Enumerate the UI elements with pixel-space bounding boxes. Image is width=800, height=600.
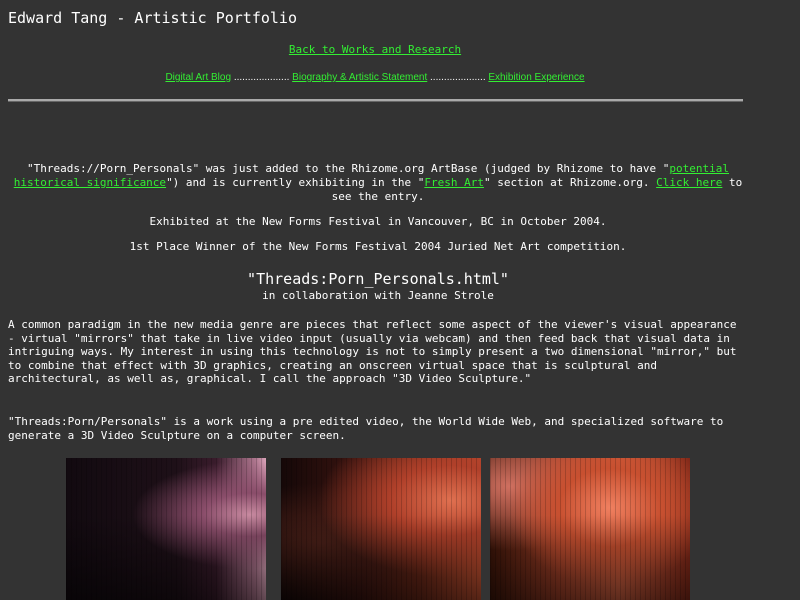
announcement-text: ") and is currently exhibiting in the " bbox=[166, 176, 425, 189]
digital-art-blog-link[interactable]: Digital Art Blog bbox=[165, 72, 231, 83]
back-to-works-link[interactable]: Back to Works and Research bbox=[289, 43, 461, 56]
thumbnail-shade bbox=[66, 514, 266, 600]
nav-separator: .................... bbox=[430, 72, 486, 83]
biography-link[interactable]: Biography & Artistic Statement bbox=[292, 72, 427, 83]
artwork-thumbnail-3[interactable] bbox=[490, 458, 690, 600]
thumbnail-shade bbox=[281, 514, 481, 600]
announcement-text: " section at Rhizome.org. bbox=[483, 176, 657, 189]
award-text: 1st Place Winner of the New Forms Festiv… bbox=[129, 240, 627, 253]
page-title: Edward Tang - Artistic Portfolio bbox=[8, 9, 297, 27]
rhizome-announcement: "Threads://Porn_Personals" was just adde… bbox=[8, 162, 748, 204]
announcement-text: "Threads://Porn_Personals" was just adde… bbox=[27, 162, 670, 175]
description-paragraph-2: "Threads:Porn/Personals" is a work using… bbox=[8, 415, 724, 442]
exhibition-experience-link[interactable]: Exhibition Experience bbox=[488, 72, 584, 83]
description-paragraph-1: A common paradigm in the new media genre… bbox=[8, 318, 737, 386]
exhibited-text: Exhibited at the New Forms Festival in V… bbox=[149, 215, 607, 228]
nav-separator: .................... bbox=[233, 72, 290, 83]
artwork-thumbnail-1[interactable] bbox=[66, 458, 266, 600]
fresh-art-link[interactable]: Fresh Art bbox=[424, 176, 484, 189]
thumbnail-shade bbox=[490, 514, 690, 600]
back-link-wrapper: Back to Works and Research bbox=[0, 43, 750, 56]
collaboration-text: in collaboration with Jeanne Strole bbox=[262, 289, 494, 302]
nav-bar: Digital Art Blog .................... Bi… bbox=[0, 72, 750, 83]
artwork-thumbnail-2[interactable] bbox=[281, 458, 481, 600]
work-title: "Threads:Porn_Personals.html" bbox=[247, 270, 509, 288]
click-here-link[interactable]: Click here bbox=[656, 176, 722, 189]
horizontal-divider bbox=[8, 99, 743, 102]
